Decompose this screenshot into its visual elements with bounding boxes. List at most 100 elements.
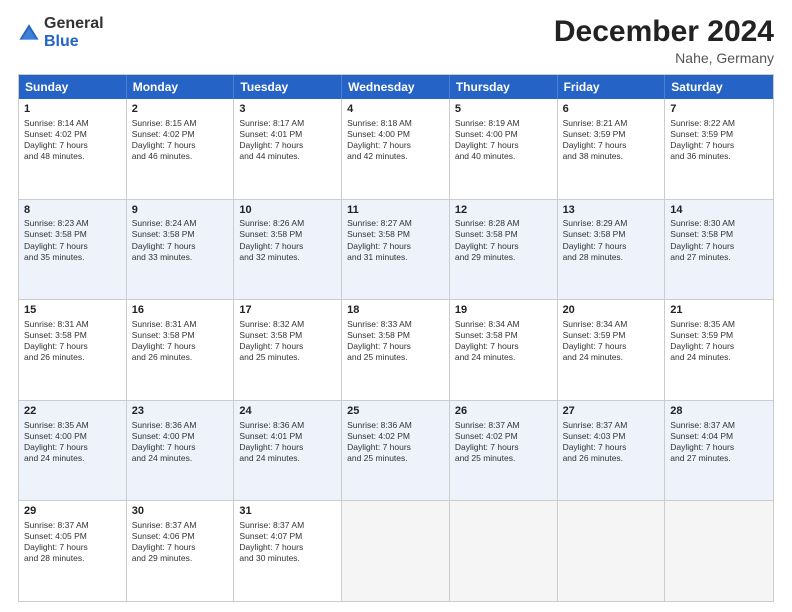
- calendar-cell-10: 10Sunrise: 8:26 AM Sunset: 3:58 PM Dayli…: [234, 200, 342, 300]
- location: Nahe, Germany: [554, 50, 774, 66]
- day-number: 2: [132, 102, 229, 117]
- day-number: 26: [455, 404, 552, 419]
- header-wednesday: Wednesday: [342, 75, 450, 99]
- day-info: Sunrise: 8:37 AM Sunset: 4:06 PM Dayligh…: [132, 520, 229, 564]
- calendar-cell-empty: [665, 501, 773, 601]
- calendar-cell-18: 18Sunrise: 8:33 AM Sunset: 3:58 PM Dayli…: [342, 300, 450, 400]
- day-number: 18: [347, 303, 444, 318]
- day-info: Sunrise: 8:18 AM Sunset: 4:00 PM Dayligh…: [347, 118, 444, 162]
- calendar-cell-28: 28Sunrise: 8:37 AM Sunset: 4:04 PM Dayli…: [665, 401, 773, 501]
- calendar-cell-30: 30Sunrise: 8:37 AM Sunset: 4:06 PM Dayli…: [127, 501, 235, 601]
- day-info: Sunrise: 8:15 AM Sunset: 4:02 PM Dayligh…: [132, 118, 229, 162]
- calendar-cell-5: 5Sunrise: 8:19 AM Sunset: 4:00 PM Daylig…: [450, 99, 558, 199]
- day-number: 27: [563, 404, 660, 419]
- calendar-cell-8: 8Sunrise: 8:23 AM Sunset: 3:58 PM Daylig…: [19, 200, 127, 300]
- header-friday: Friday: [558, 75, 666, 99]
- day-info: Sunrise: 8:34 AM Sunset: 3:58 PM Dayligh…: [455, 319, 552, 363]
- day-number: 7: [670, 102, 768, 117]
- day-info: Sunrise: 8:14 AM Sunset: 4:02 PM Dayligh…: [24, 118, 121, 162]
- calendar-cell-21: 21Sunrise: 8:35 AM Sunset: 3:59 PM Dayli…: [665, 300, 773, 400]
- calendar-cell-empty: [342, 501, 450, 601]
- day-number: 29: [24, 504, 121, 519]
- calendar-cell-empty: [450, 501, 558, 601]
- calendar-cell-12: 12Sunrise: 8:28 AM Sunset: 3:58 PM Dayli…: [450, 200, 558, 300]
- title-block: December 2024 Nahe, Germany: [554, 15, 774, 66]
- day-number: 4: [347, 102, 444, 117]
- header-sunday: Sunday: [19, 75, 127, 99]
- day-info: Sunrise: 8:32 AM Sunset: 3:58 PM Dayligh…: [239, 319, 336, 363]
- calendar-row-1: 1Sunrise: 8:14 AM Sunset: 4:02 PM Daylig…: [19, 99, 773, 199]
- calendar-cell-26: 26Sunrise: 8:37 AM Sunset: 4:02 PM Dayli…: [450, 401, 558, 501]
- day-info: Sunrise: 8:31 AM Sunset: 3:58 PM Dayligh…: [132, 319, 229, 363]
- calendar-cell-6: 6Sunrise: 8:21 AM Sunset: 3:59 PM Daylig…: [558, 99, 666, 199]
- calendar-cell-9: 9Sunrise: 8:24 AM Sunset: 3:58 PM Daylig…: [127, 200, 235, 300]
- calendar-header: Sunday Monday Tuesday Wednesday Thursday…: [19, 75, 773, 99]
- day-number: 20: [563, 303, 660, 318]
- header: General Blue December 2024 Nahe, Germany: [18, 15, 774, 66]
- day-info: Sunrise: 8:37 AM Sunset: 4:04 PM Dayligh…: [670, 420, 768, 464]
- day-number: 9: [132, 203, 229, 218]
- day-info: Sunrise: 8:19 AM Sunset: 4:00 PM Dayligh…: [455, 118, 552, 162]
- day-info: Sunrise: 8:21 AM Sunset: 3:59 PM Dayligh…: [563, 118, 660, 162]
- day-info: Sunrise: 8:22 AM Sunset: 3:59 PM Dayligh…: [670, 118, 768, 162]
- day-number: 13: [563, 203, 660, 218]
- day-info: Sunrise: 8:36 AM Sunset: 4:01 PM Dayligh…: [239, 420, 336, 464]
- calendar-cell-23: 23Sunrise: 8:36 AM Sunset: 4:00 PM Dayli…: [127, 401, 235, 501]
- calendar-row-5: 29Sunrise: 8:37 AM Sunset: 4:05 PM Dayli…: [19, 500, 773, 601]
- day-info: Sunrise: 8:31 AM Sunset: 3:58 PM Dayligh…: [24, 319, 121, 363]
- calendar-cell-empty: [558, 501, 666, 601]
- calendar-cell-2: 2Sunrise: 8:15 AM Sunset: 4:02 PM Daylig…: [127, 99, 235, 199]
- header-monday: Monday: [127, 75, 235, 99]
- day-info: Sunrise: 8:36 AM Sunset: 4:00 PM Dayligh…: [132, 420, 229, 464]
- logo: General Blue: [18, 15, 104, 51]
- day-number: 22: [24, 404, 121, 419]
- calendar-cell-19: 19Sunrise: 8:34 AM Sunset: 3:58 PM Dayli…: [450, 300, 558, 400]
- day-info: Sunrise: 8:37 AM Sunset: 4:03 PM Dayligh…: [563, 420, 660, 464]
- calendar-cell-24: 24Sunrise: 8:36 AM Sunset: 4:01 PM Dayli…: [234, 401, 342, 501]
- calendar-row-2: 8Sunrise: 8:23 AM Sunset: 3:58 PM Daylig…: [19, 199, 773, 300]
- day-info: Sunrise: 8:37 AM Sunset: 4:02 PM Dayligh…: [455, 420, 552, 464]
- day-info: Sunrise: 8:36 AM Sunset: 4:02 PM Dayligh…: [347, 420, 444, 464]
- day-number: 12: [455, 203, 552, 218]
- calendar-cell-14: 14Sunrise: 8:30 AM Sunset: 3:58 PM Dayli…: [665, 200, 773, 300]
- day-info: Sunrise: 8:37 AM Sunset: 4:05 PM Dayligh…: [24, 520, 121, 564]
- calendar-cell-3: 3Sunrise: 8:17 AM Sunset: 4:01 PM Daylig…: [234, 99, 342, 199]
- day-number: 16: [132, 303, 229, 318]
- day-info: Sunrise: 8:35 AM Sunset: 4:00 PM Dayligh…: [24, 420, 121, 464]
- header-thursday: Thursday: [450, 75, 558, 99]
- day-info: Sunrise: 8:24 AM Sunset: 3:58 PM Dayligh…: [132, 218, 229, 262]
- day-info: Sunrise: 8:17 AM Sunset: 4:01 PM Dayligh…: [239, 118, 336, 162]
- day-number: 21: [670, 303, 768, 318]
- day-number: 19: [455, 303, 552, 318]
- calendar-cell-4: 4Sunrise: 8:18 AM Sunset: 4:00 PM Daylig…: [342, 99, 450, 199]
- day-info: Sunrise: 8:30 AM Sunset: 3:58 PM Dayligh…: [670, 218, 768, 262]
- calendar-cell-22: 22Sunrise: 8:35 AM Sunset: 4:00 PM Dayli…: [19, 401, 127, 501]
- day-number: 28: [670, 404, 768, 419]
- day-number: 10: [239, 203, 336, 218]
- calendar-cell-25: 25Sunrise: 8:36 AM Sunset: 4:02 PM Dayli…: [342, 401, 450, 501]
- day-number: 17: [239, 303, 336, 318]
- day-number: 6: [563, 102, 660, 117]
- day-info: Sunrise: 8:29 AM Sunset: 3:58 PM Dayligh…: [563, 218, 660, 262]
- logo-icon: [18, 22, 40, 44]
- calendar-cell-11: 11Sunrise: 8:27 AM Sunset: 3:58 PM Dayli…: [342, 200, 450, 300]
- month-title: December 2024: [554, 15, 774, 48]
- logo-general: General: [44, 15, 104, 32]
- day-number: 3: [239, 102, 336, 117]
- day-info: Sunrise: 8:35 AM Sunset: 3:59 PM Dayligh…: [670, 319, 768, 363]
- day-info: Sunrise: 8:34 AM Sunset: 3:59 PM Dayligh…: [563, 319, 660, 363]
- calendar-cell-1: 1Sunrise: 8:14 AM Sunset: 4:02 PM Daylig…: [19, 99, 127, 199]
- calendar-cell-17: 17Sunrise: 8:32 AM Sunset: 3:58 PM Dayli…: [234, 300, 342, 400]
- calendar-cell-20: 20Sunrise: 8:34 AM Sunset: 3:59 PM Dayli…: [558, 300, 666, 400]
- day-number: 23: [132, 404, 229, 419]
- day-number: 15: [24, 303, 121, 318]
- day-info: Sunrise: 8:26 AM Sunset: 3:58 PM Dayligh…: [239, 218, 336, 262]
- day-number: 5: [455, 102, 552, 117]
- day-number: 14: [670, 203, 768, 218]
- page: General Blue December 2024 Nahe, Germany…: [0, 0, 792, 612]
- day-info: Sunrise: 8:33 AM Sunset: 3:58 PM Dayligh…: [347, 319, 444, 363]
- day-number: 8: [24, 203, 121, 218]
- day-number: 1: [24, 102, 121, 117]
- calendar-body: 1Sunrise: 8:14 AM Sunset: 4:02 PM Daylig…: [19, 99, 773, 601]
- calendar-cell-15: 15Sunrise: 8:31 AM Sunset: 3:58 PM Dayli…: [19, 300, 127, 400]
